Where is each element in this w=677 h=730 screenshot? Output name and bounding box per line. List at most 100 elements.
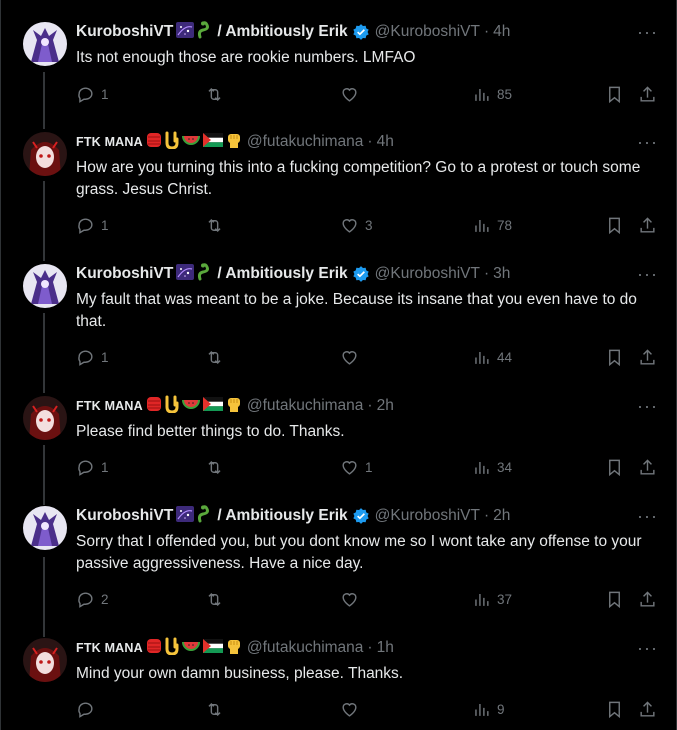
like-button[interactable] [340, 348, 365, 367]
like-button[interactable]: 1 [340, 458, 373, 477]
reply-button[interactable]: 1 [76, 458, 109, 477]
share-button[interactable] [638, 216, 657, 235]
avatar[interactable] [23, 396, 67, 440]
bookmark-button[interactable] [605, 458, 624, 477]
share-button[interactable] [638, 458, 657, 477]
timestamp[interactable]: 4h [377, 133, 394, 151]
reply-button[interactable] [76, 700, 101, 719]
author-name[interactable]: FTK MANA [76, 641, 143, 655]
tweet[interactable]: FTK MANA @futakuchimana · 4h ··· How are… [1, 131, 677, 252]
reply-button[interactable]: 1 [76, 348, 109, 367]
more-icon[interactable]: ··· [637, 22, 658, 43]
like-icon [342, 88, 357, 102]
views-button[interactable]: 37 [472, 590, 512, 609]
tweet-header: FTK MANA @futakuchimana · 4h [76, 131, 394, 152]
author-suffix[interactable]: / Ambitiously Erik [217, 23, 347, 41]
flag-emoji-icon [202, 396, 223, 416]
views-button[interactable]: 85 [472, 85, 512, 104]
like-icon [342, 593, 357, 607]
timestamp[interactable]: 1h [377, 639, 394, 657]
retweet-button[interactable] [205, 348, 230, 367]
views-icon [475, 593, 489, 606]
watermelon-emoji-icon [181, 133, 200, 152]
views-count: 44 [497, 350, 513, 365]
author-name[interactable]: FTK MANA [76, 135, 143, 149]
avatar[interactable] [23, 506, 67, 550]
reply-button[interactable]: 1 [76, 216, 109, 235]
retweet-button[interactable] [205, 590, 230, 609]
like-button[interactable] [340, 590, 365, 609]
like-count: 3 [365, 218, 373, 233]
verified-badge-icon [352, 265, 370, 283]
bookmark-icon [609, 349, 620, 367]
tweet[interactable]: FTK MANA @futakuchimana · 2h ··· Please … [1, 395, 677, 496]
author-name[interactable]: FTK MANA [76, 399, 143, 413]
author-handle[interactable]: @KuroboshiVT [375, 265, 480, 283]
retweet-button[interactable] [205, 458, 230, 477]
bookmark-button[interactable] [605, 348, 624, 367]
views-button[interactable]: 44 [472, 348, 512, 367]
avatar[interactable] [23, 22, 67, 66]
timestamp[interactable]: 2h [377, 397, 394, 415]
more-icon[interactable]: ··· [637, 506, 658, 527]
retweet-button[interactable] [205, 216, 230, 235]
tweet[interactable]: KuroboshiVT / Ambitiously Erik @Kurobosh… [1, 504, 677, 626]
author-name[interactable]: KuroboshiVT [76, 265, 173, 283]
views-button[interactable]: 34 [472, 458, 512, 477]
more-icon[interactable]: ··· [637, 638, 658, 659]
timestamp[interactable]: 2h [493, 507, 510, 525]
tweet-actions: 9 [76, 700, 661, 720]
author-suffix[interactable]: / Ambitiously Erik [217, 507, 347, 525]
bookmark-button[interactable] [605, 590, 624, 609]
snake-emoji-icon [197, 504, 213, 528]
reply-button[interactable]: 1 [76, 85, 109, 104]
tweet-text: Mind your own damn business, please. Tha… [76, 665, 404, 682]
share-button[interactable] [638, 700, 657, 719]
avatar[interactable] [23, 638, 67, 682]
like-button[interactable] [340, 85, 365, 104]
tweet[interactable]: KuroboshiVT / Ambitiously Erik @Kurobosh… [1, 20, 677, 122]
more-icon[interactable]: ··· [637, 264, 658, 285]
bookmark-button[interactable] [605, 700, 624, 719]
share-button[interactable] [638, 85, 657, 104]
timestamp[interactable]: 3h [493, 265, 510, 283]
retweet-icon [208, 702, 221, 717]
tweet-header: FTK MANA @futakuchimana · 2h [76, 395, 394, 416]
author-handle[interactable]: @futakuchimana [247, 639, 364, 657]
tweet-header: FTK MANA @futakuchimana · 1h [76, 637, 394, 660]
retweet-button[interactable] [205, 700, 230, 719]
views-button[interactable]: 9 [472, 700, 505, 719]
retweet-button[interactable] [205, 85, 230, 104]
snake-emoji-icon [197, 262, 213, 286]
like-button[interactable]: 3 [340, 216, 373, 235]
reply-icon [78, 350, 93, 366]
author-suffix[interactable]: / Ambitiously Erik [217, 265, 347, 283]
bookmark-button[interactable] [605, 85, 624, 104]
author-handle[interactable]: @KuroboshiVT [375, 23, 480, 41]
tweet-actions: 2 37 [76, 590, 661, 610]
reply-icon [78, 460, 93, 476]
share-button[interactable] [638, 348, 657, 367]
share-button[interactable] [638, 590, 657, 609]
more-icon[interactable]: ··· [637, 132, 658, 153]
timestamp[interactable]: 4h [493, 23, 510, 41]
author-name[interactable]: KuroboshiVT [76, 23, 173, 41]
verified-badge-icon [352, 507, 370, 525]
author-name[interactable]: KuroboshiVT [76, 507, 173, 525]
more-icon[interactable]: ··· [637, 396, 658, 417]
tweet[interactable]: KuroboshiVT / Ambitiously Erik @Kurobosh… [1, 262, 677, 384]
red-lantern-emoji-icon [146, 637, 162, 660]
watermelon-emoji-icon [181, 397, 200, 416]
reply-button[interactable]: 2 [76, 590, 109, 609]
views-button[interactable]: 78 [472, 216, 512, 235]
avatar[interactable] [23, 132, 67, 176]
author-handle[interactable]: @KuroboshiVT [375, 507, 480, 525]
avatar[interactable] [23, 264, 67, 308]
like-button[interactable] [340, 700, 365, 719]
views-icon [475, 461, 489, 474]
bookmark-button[interactable] [605, 216, 624, 235]
author-handle[interactable]: @futakuchimana [247, 133, 364, 151]
author-handle[interactable]: @futakuchimana [247, 397, 364, 415]
tweet[interactable]: FTK MANA @futakuchimana · 1h ··· Mind yo… [1, 637, 677, 730]
tweet-actions: 1 44 [76, 348, 661, 368]
